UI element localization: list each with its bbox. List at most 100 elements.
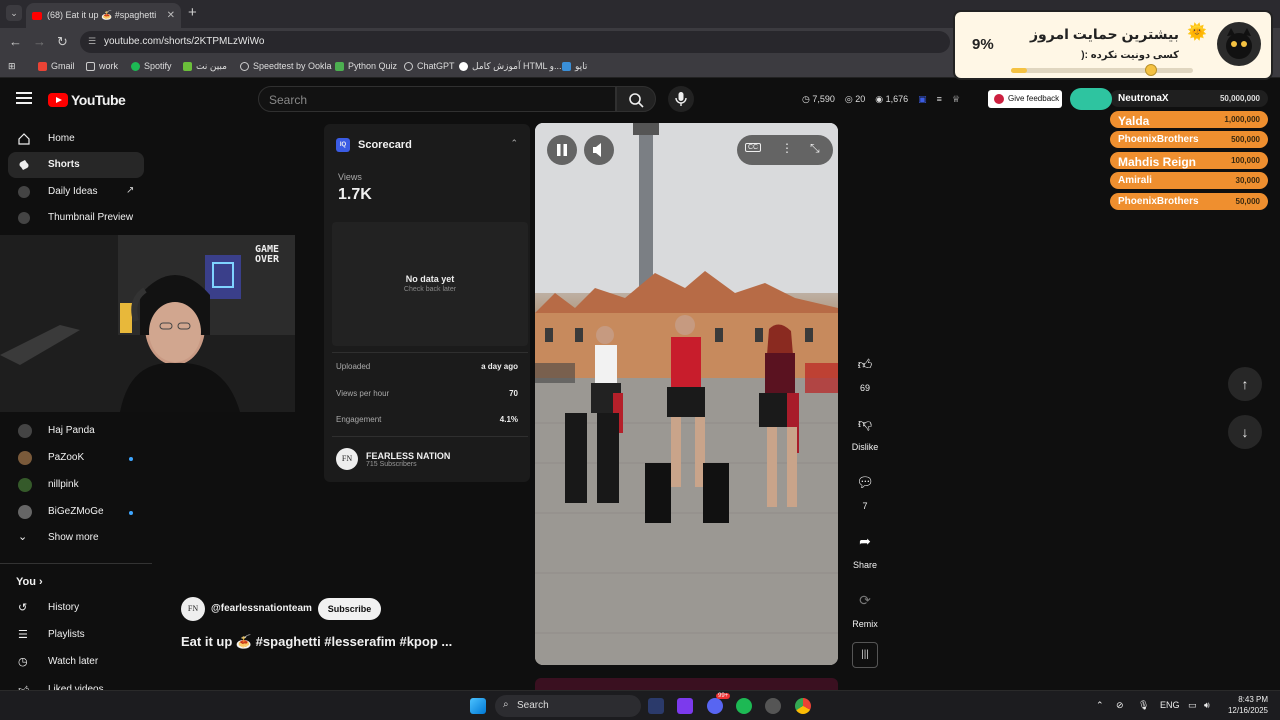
reload-icon[interactable]: ↻	[57, 34, 68, 50]
tubebuddy-icon[interactable]: ▣	[918, 94, 927, 105]
display-icon[interactable]: ▭	[1188, 700, 1197, 711]
remix-icon: ⟳	[859, 592, 871, 608]
sound-wave-icon[interactable]: |||	[852, 642, 878, 668]
watch-later-icon: ◷	[18, 656, 28, 668]
chatgpt-icon	[404, 61, 413, 71]
bookmark-work[interactable]: work	[86, 61, 118, 71]
forward-icon[interactable]: →	[33, 34, 46, 49]
sidebar-item-daily-ideas[interactable]: Daily Ideas ↗	[8, 179, 144, 205]
extension-pill[interactable]	[1070, 88, 1112, 110]
taskbar-search[interactable]: ⌕ Search	[495, 695, 641, 717]
extension-stats: ◷ 7,590 ◎ 20 ◉ 1,676 ▣ ≡ ♕	[802, 94, 960, 105]
sidebar-item-playlists[interactable]: ☰ Playlists	[8, 622, 144, 648]
bookmark-spotify[interactable]: Spotify	[131, 61, 172, 71]
sidebar-item-history[interactable]: ↺ History	[8, 595, 144, 621]
volume-button[interactable]	[584, 135, 614, 165]
site-info-icon[interactable]: ☰	[88, 36, 96, 47]
mic-tray-icon[interactable]: 🎙︎	[1138, 700, 1149, 711]
tab-search-button[interactable]: ⌄	[6, 5, 22, 21]
remix-button[interactable]: ⟳ Remix	[848, 585, 882, 629]
browser-tab[interactable]: (68) Eat it up 🍝 #spaghetti ✕	[26, 3, 181, 28]
new-tab-button[interactable]: +	[188, 4, 197, 21]
collapse-icon[interactable]: ⌃	[510, 138, 518, 149]
channel-avatar[interactable]: FN	[181, 597, 205, 621]
sidebar-item-thumbnail-preview[interactable]: Thumbnail Preview	[8, 205, 144, 231]
volume-tray-icon[interactable]: 🔊︎	[1204, 700, 1210, 711]
trophy-icon[interactable]: ♕	[952, 94, 960, 105]
language-indicator[interactable]: ENG	[1160, 700, 1180, 710]
fullscreen-icon[interactable]: ⤡	[810, 141, 820, 156]
network-off-icon[interactable]: ⊘	[1116, 700, 1124, 711]
ideas-icon	[18, 186, 30, 198]
chrome-icon[interactable]	[795, 698, 811, 714]
bookmark-chatgpt[interactable]: ChatGPT	[404, 61, 455, 71]
bookmark-label: مبین نت	[196, 61, 227, 71]
address-bar[interactable]: ☰ youtube.com/shorts/2KTPMLzWiWo	[80, 31, 950, 53]
dislike-button[interactable]: 👎︎ Dislike	[848, 408, 882, 452]
sidebar-item-home[interactable]: Home	[8, 126, 144, 152]
bookmark-label: آموزش کامل HTML و...	[472, 61, 562, 71]
tray-overflow-icon[interactable]: ⌃	[1096, 700, 1104, 711]
sidebar-subscription-item[interactable]: nillpink	[8, 472, 144, 498]
thumbs-down-icon: 👎︎	[857, 415, 873, 431]
short-video-player[interactable]	[535, 123, 838, 665]
subscribe-button[interactable]: Subscribe	[318, 598, 381, 620]
give-feedback-button[interactable]: Give feedback	[988, 90, 1062, 108]
spotify-icon[interactable]	[736, 698, 752, 714]
scorecard-header[interactable]: IQ Scorecard	[336, 138, 412, 152]
short-title[interactable]: Eat it up 🍝 #spaghetti #lesserafim #kpop…	[181, 634, 452, 650]
donation-amount: 50,000	[1235, 196, 1260, 206]
scorecard-logo-icon: IQ	[336, 138, 350, 152]
quiz-icon	[335, 61, 344, 71]
youtube-logo[interactable]: YouTube	[48, 92, 126, 108]
r-app-icon[interactable]	[677, 698, 693, 714]
bookmark-python-quiz[interactable]: Python Quiz	[335, 61, 397, 71]
previous-short-button[interactable]: ↑	[1228, 367, 1262, 401]
app-icon[interactable]	[765, 698, 781, 714]
bookmark-tapo[interactable]: تاپو	[562, 61, 587, 72]
comment-count: 7	[862, 501, 868, 511]
sidebar-item-watch-later[interactable]: ◷ Watch later	[8, 649, 144, 675]
donor-name: Yalda	[1118, 113, 1150, 128]
back-icon[interactable]: ←	[9, 34, 22, 49]
scorecard-panel: IQ Scorecard ⌃ Views 1.7K No data yet Che…	[324, 124, 530, 482]
start-icon[interactable]	[470, 698, 486, 714]
bookmark-gmail[interactable]: Gmail	[38, 61, 75, 71]
bookmark-mobinnet[interactable]: مبین نت	[183, 61, 227, 72]
show-more-button[interactable]: ⌄ Show more	[8, 525, 144, 551]
system-clock[interactable]: 8:43 PM 12/16/2025	[1220, 694, 1268, 716]
donor-name: PhoenixBrothers	[1118, 195, 1199, 207]
like-button[interactable]: 👍︎ 69	[848, 349, 882, 393]
bookmark-speedtest[interactable]: Speedtest by Ookla	[240, 61, 332, 71]
list-icon[interactable]: ≡	[937, 94, 942, 105]
search-input[interactable]: Search	[258, 86, 616, 112]
captions-icon[interactable]: CC	[745, 143, 762, 152]
channel-avatar	[18, 451, 32, 465]
bookmark-label: تاپو	[575, 61, 588, 71]
sidebar-subscription-item[interactable]: BiGeZMoGe	[8, 499, 144, 525]
sidebar-subscription-item[interactable]: Haj Panda	[8, 418, 144, 444]
apps-icon[interactable]: ⊞	[8, 61, 16, 72]
sidebar-subscription-item[interactable]: PaZooK	[8, 445, 144, 471]
pause-button[interactable]	[547, 135, 577, 165]
comments-button[interactable]: 💬︎ 7	[848, 467, 882, 511]
you-section-header[interactable]: You ›	[16, 576, 43, 588]
voice-search-button[interactable]	[668, 86, 694, 112]
external-link-icon: ↗	[126, 185, 135, 196]
sidebar-item-shorts[interactable]: Shorts	[8, 152, 144, 178]
thumbnail-icon	[18, 212, 30, 224]
menu-icon[interactable]	[16, 92, 32, 104]
tab-close-icon[interactable]: ✕	[167, 10, 175, 21]
next-short-button[interactable]: ↓	[1228, 415, 1262, 449]
vscode-icon[interactable]	[648, 698, 664, 714]
channel-handle[interactable]: @fearlessnationteam	[211, 603, 312, 614]
new-content-dot	[129, 457, 133, 461]
bookmark-html-course[interactable]: آموزش کامل HTML و...	[459, 61, 562, 72]
playlists-icon: ☰	[18, 629, 28, 641]
discord-icon[interactable]	[707, 698, 723, 714]
more-options-icon[interactable]: ⋮	[781, 141, 793, 155]
donation-subtitle: کسی دونیت نکرده :(	[1081, 50, 1179, 61]
search-button[interactable]	[616, 86, 656, 112]
scorecard-channel[interactable]: FN FEARLESS NATION 715 Subscribers	[336, 448, 450, 470]
share-button[interactable]: ➦ Share	[848, 526, 882, 570]
